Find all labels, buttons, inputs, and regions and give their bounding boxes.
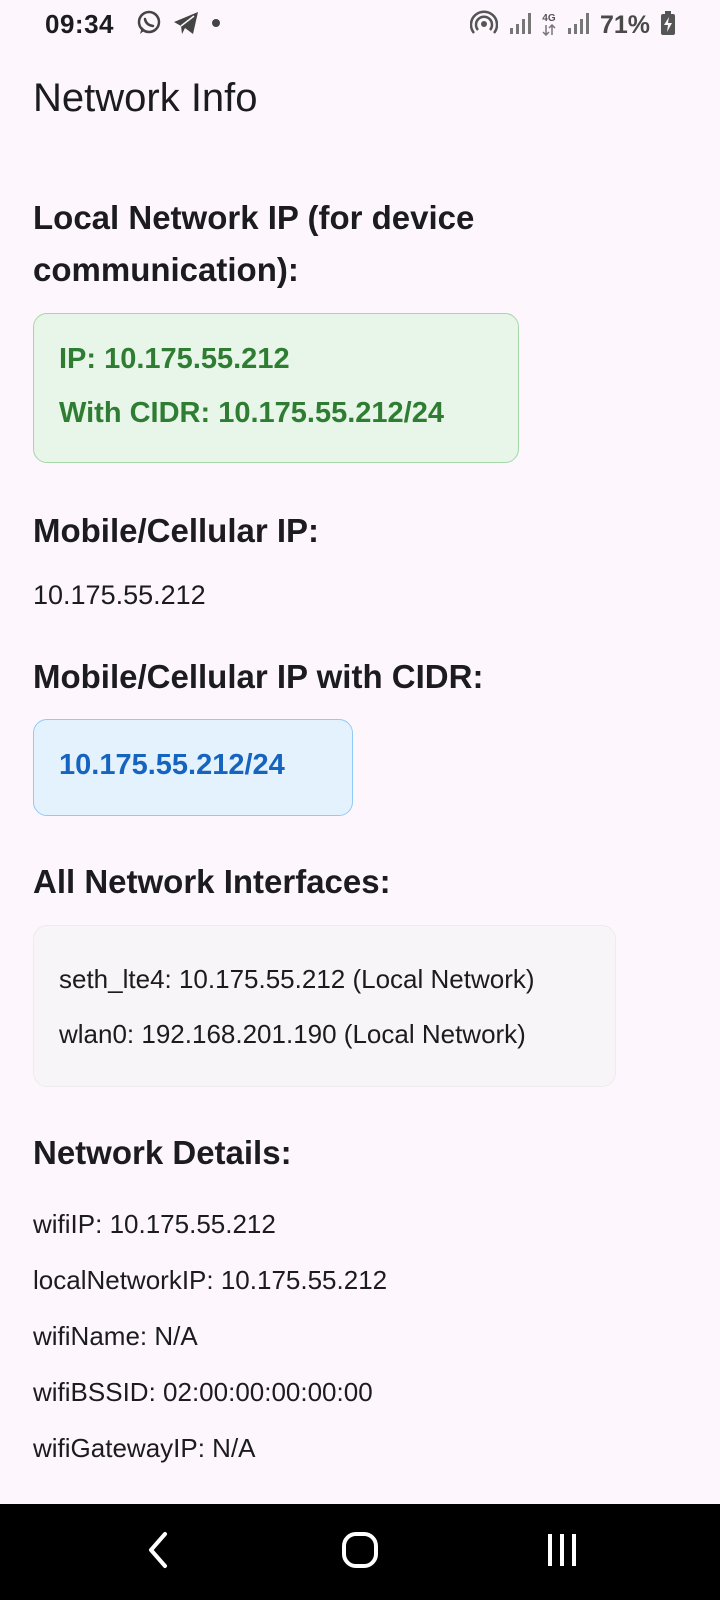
interface-item: wlan0: 192.168.201.190 (Local Network)	[59, 1019, 526, 1049]
mobile-cidr-value: 10.175.55.212/24	[59, 749, 285, 781]
whatsapp-icon	[136, 10, 162, 41]
hotspot-icon	[469, 9, 499, 41]
local-network-title: Local Network IP (for device communicati…	[33, 199, 475, 288]
back-icon	[143, 1530, 173, 1575]
back-button[interactable]	[128, 1522, 188, 1582]
detail-item: wifiName: N/A	[33, 1321, 198, 1351]
network-type-label: 4G	[542, 14, 556, 36]
interfaces-title: All Network Interfaces:	[33, 863, 391, 900]
interface-item: seth_lte4: 10.175.55.212 (Local Network)	[59, 964, 535, 994]
mobile-cidr-card: 10.175.55.212/24	[33, 719, 353, 816]
telegram-icon	[172, 10, 200, 41]
detail-item: wifiGatewayIP: N/A	[33, 1433, 256, 1463]
local-cidr-text: With CIDR: 10.175.55.212/24	[59, 397, 444, 429]
detail-item: localNetworkIP: 10.175.55.212	[33, 1265, 388, 1295]
local-ip-text: IP: 10.175.55.212	[59, 343, 290, 375]
system-status-icons: 4G 71%	[469, 9, 676, 41]
local-network-card: IP: 10.175.55.212 With CIDR: 10.175.55.2…	[33, 313, 519, 463]
dot-icon	[210, 10, 222, 41]
page-title: Network Info	[33, 76, 258, 120]
mobile-ip-value: 10.175.55.212	[33, 580, 206, 610]
signal-icon	[566, 10, 590, 41]
home-icon	[340, 1530, 380, 1575]
interfaces-card: seth_lte4: 10.175.55.212 (Local Network)…	[33, 925, 616, 1087]
detail-item: wifiIP: 10.175.55.212	[33, 1209, 276, 1239]
recents-button[interactable]	[532, 1522, 592, 1582]
status-bar: 09:34 4G 71%	[0, 0, 720, 52]
mobile-ip-title: Mobile/Cellular IP:	[33, 512, 320, 549]
notification-icons	[136, 10, 222, 40]
details-title: Network Details:	[33, 1134, 292, 1171]
battery-percentage: 71%	[599, 10, 650, 39]
status-time: 09:34	[45, 9, 114, 39]
navigation-bar	[0, 1504, 720, 1600]
recents-icon	[542, 1530, 582, 1575]
home-button[interactable]	[330, 1522, 390, 1582]
mobile-cidr-title: Mobile/Cellular IP with CIDR:	[33, 658, 484, 695]
battery-charging-icon	[660, 10, 676, 41]
signal-icon	[508, 10, 532, 41]
detail-item: wifiBSSID: 02:00:00:00:00:00	[33, 1377, 373, 1407]
